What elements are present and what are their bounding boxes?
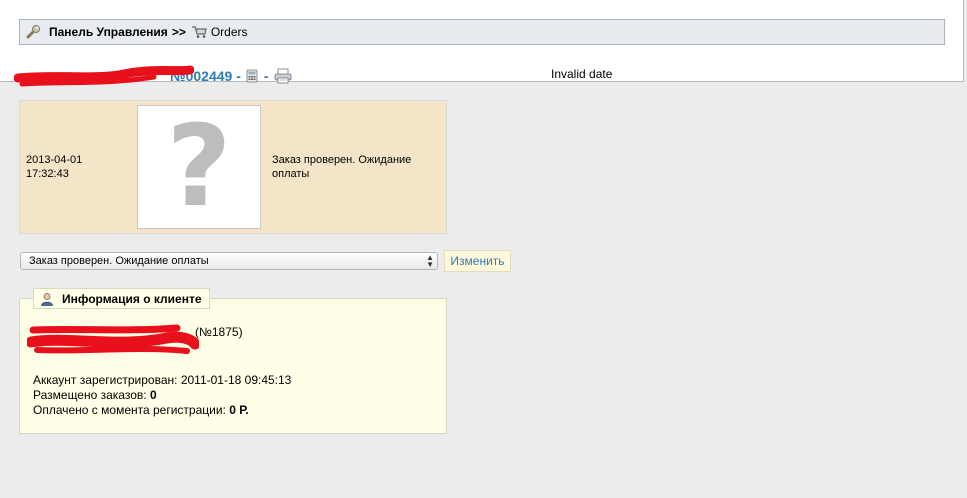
printer-icon[interactable] — [274, 68, 292, 84]
redaction-mark-client — [27, 324, 199, 354]
client-info-header: Информация о клиенте — [33, 288, 210, 309]
question-mark-icon: ? — [166, 102, 232, 232]
orders-label: Размещено заказов: — [33, 388, 147, 402]
status-history-box: 2013-04-01 17:32:43 ? Заказ проверен. Ож… — [19, 100, 447, 234]
status-date: 2013-04-01 — [26, 154, 83, 166]
redaction-mark-title — [14, 65, 194, 87]
wrench-icon — [25, 24, 41, 40]
select-arrows-icon: ▲ ▼ — [426, 253, 434, 269]
user-icon — [40, 292, 62, 306]
client-id[interactable]: (№1875) — [195, 325, 243, 339]
status-datetime: 2013-04-01 17:32:43 — [26, 153, 82, 181]
client-stats: Аккаунт зарегистрирован: 2011-01-18 09:4… — [33, 373, 291, 418]
change-status-button[interactable]: Изменить — [444, 250, 511, 272]
breadcrumb-current: Orders — [210, 25, 248, 39]
status-select[interactable]: Заказ проверен. Ожидание оплаты ▲ ▼ — [20, 252, 438, 270]
orders-value: 0 — [149, 388, 157, 402]
calculator-icon[interactable] — [246, 69, 258, 83]
order-date: Invalid date — [551, 67, 613, 81]
breadcrumb-separator: >> — [171, 25, 186, 39]
orders-row: Размещено заказов: 0 — [33, 388, 291, 403]
breadcrumb-home-link[interactable]: Панель Управления — [49, 25, 168, 39]
title-dash: - — [263, 68, 269, 84]
breadcrumb: Панель Управления >> Orders — [19, 19, 945, 45]
cart-icon — [191, 25, 208, 39]
paid-label: Оплачено с момента регистрации: — [33, 403, 226, 417]
paid-row: Оплачено с момента регистрации: 0 Р. — [33, 403, 291, 418]
paid-value: 0 Р. — [229, 403, 249, 417]
status-time: 17:32:43 — [26, 168, 69, 180]
registered-value: 2011-01-18 09:45:13 — [180, 373, 292, 387]
status-select-value: Заказ проверен. Ожидание оплаты — [29, 255, 209, 267]
registered-label: Аккаунт зарегистрирован: — [33, 373, 178, 387]
status-comment: Заказ проверен. Ожидание оплаты — [272, 154, 412, 180]
status-image-placeholder: ? — [137, 105, 261, 229]
client-info-title: Информация о клиенте — [62, 291, 202, 306]
registered-row: Аккаунт зарегистрирован: 2011-01-18 09:4… — [33, 373, 291, 388]
